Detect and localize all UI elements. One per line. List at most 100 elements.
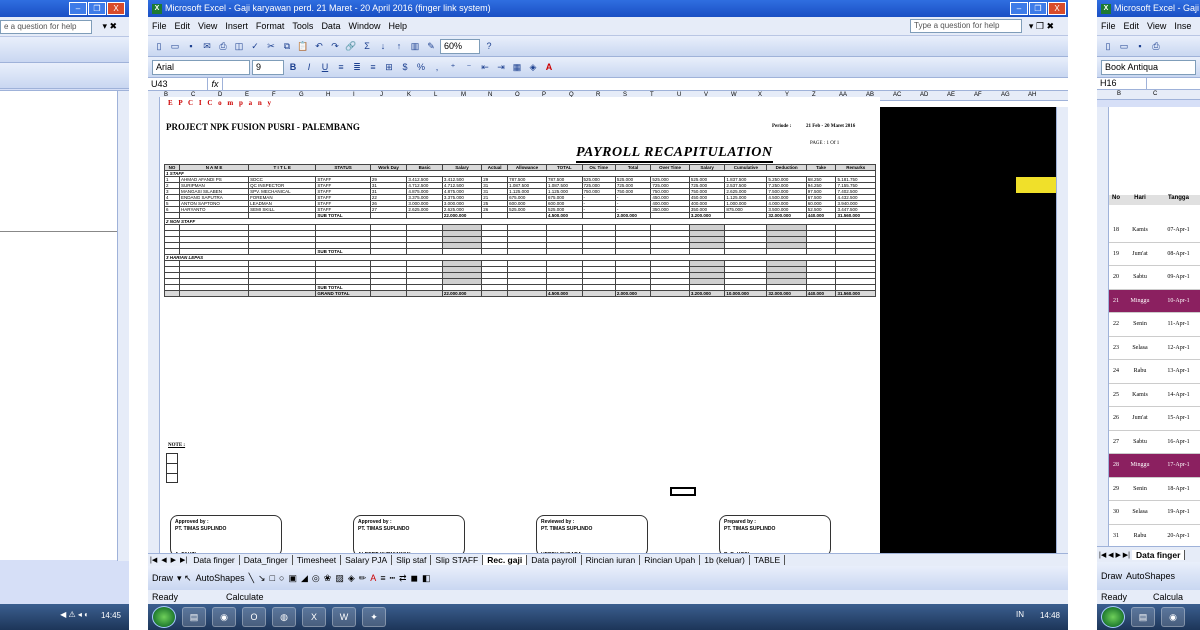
help-icon[interactable]: ? [482, 39, 496, 53]
column-header-ae[interactable]: AE [947, 92, 955, 98]
menu-file[interactable]: File [1101, 21, 1116, 31]
excel-taskbar-icon[interactable]: X [302, 607, 326, 627]
sheet-tab[interactable]: Slip staf [392, 555, 432, 565]
sheet-tab[interactable]: Rec. gaji [483, 555, 528, 565]
menu-view[interactable]: View [198, 21, 217, 31]
picture-icon[interactable]: ▨ [335, 573, 344, 584]
open-icon[interactable]: ▭ [168, 39, 182, 53]
select-objects-icon[interactable]: ▾ ↖ [177, 573, 192, 584]
chrome-taskbar-icon[interactable]: ◍ [272, 607, 296, 627]
cut-icon[interactable]: ✂ [264, 39, 278, 53]
fill-icon[interactable]: ◈ [348, 573, 355, 584]
first-sheet-icon[interactable]: |◀ [150, 556, 157, 564]
font-color-icon[interactable]: A [542, 60, 556, 74]
font-color-icon[interactable]: A [370, 573, 376, 583]
textbox-icon[interactable]: ▣ [288, 573, 297, 584]
black-filled-range[interactable] [880, 107, 1068, 553]
doc-window-controls[interactable]: ▾ ❐ ✖ [1029, 21, 1054, 32]
explorer-taskbar-icon[interactable]: ▤ [182, 607, 206, 627]
sheet-tab[interactable]: Slip STAFF [431, 555, 484, 565]
percent-icon[interactable]: % [414, 60, 428, 74]
tray-language[interactable]: IN [1016, 610, 1024, 619]
chart-icon[interactable]: ▥ [408, 39, 422, 53]
start-button[interactable] [152, 606, 176, 628]
fill-color-icon[interactable]: ◈ [526, 60, 540, 74]
font-name-select[interactable]: Arial [152, 59, 250, 75]
drawing-icon[interactable]: ✎ [424, 39, 438, 53]
align-right-icon[interactable]: ≡ [366, 60, 380, 74]
draw-menu[interactable]: Draw [152, 573, 173, 583]
start-button[interactable] [1101, 606, 1125, 628]
name-box[interactable]: U43 [148, 77, 208, 91]
sheet-tab[interactable]: Data payroll [527, 555, 582, 565]
menu-tools[interactable]: Tools [292, 21, 313, 31]
office-taskbar-icon[interactable]: O [242, 607, 266, 627]
spelling-icon[interactable]: ✓ [248, 39, 262, 53]
sheet-tab[interactable]: TABLE [750, 555, 786, 565]
close-doc-icon[interactable]: ▾ ✖ [102, 21, 117, 32]
autosum-icon[interactable]: Σ [360, 39, 374, 53]
outdent-icon[interactable]: ⇥ [494, 60, 508, 74]
help-search-input[interactable]: e a question for help [0, 20, 92, 34]
yellow-highlight-cell[interactable] [1016, 177, 1056, 193]
hyperlink-icon[interactable]: 🔗 [344, 39, 358, 53]
note-checkboxes[interactable] [166, 453, 178, 483]
arrow-style-icon[interactable]: ⇄ [399, 573, 407, 584]
diagram-icon[interactable]: ◎ [312, 573, 320, 584]
vertical-scrollbar[interactable] [1056, 107, 1068, 553]
sort-desc-icon[interactable]: ↑ [392, 39, 406, 53]
underline-icon[interactable]: U [318, 60, 332, 74]
worksheet[interactable]: E P C I C o m p a n y PROJECT NPK FUSION… [160, 97, 880, 553]
align-left-icon[interactable]: ≡ [334, 60, 348, 74]
save-icon[interactable]: ▪ [1133, 39, 1147, 53]
sheet-tab[interactable]: Data finger [1132, 549, 1186, 560]
oval-icon[interactable]: ○ [279, 573, 284, 583]
prev-sheet-icon[interactable]: ◀ [161, 556, 166, 564]
column-header-ac[interactable]: AC [893, 92, 901, 98]
sheet-tab[interactable]: Data_finger [240, 555, 293, 565]
line-icon[interactable]: ╲ [249, 573, 254, 584]
menu-inse[interactable]: Inse [1174, 21, 1191, 31]
menu-edit[interactable]: Edit [175, 21, 191, 31]
currency-icon[interactable]: $ [398, 60, 412, 74]
vertical-scrollbar[interactable] [117, 91, 129, 561]
menu-help[interactable]: Help [388, 21, 407, 31]
sheet-tab[interactable]: Timesheet [293, 555, 342, 565]
line-style-icon[interactable]: ≡ [380, 573, 385, 583]
fx-icon[interactable]: fx [208, 79, 222, 89]
print-icon[interactable]: ⎙ [1149, 39, 1163, 53]
print-icon[interactable]: ⎙ [216, 39, 230, 53]
autoshapes-menu[interactable]: AutoShapes [196, 573, 245, 583]
sort-asc-icon[interactable]: ↓ [376, 39, 390, 53]
help-search-input[interactable]: Type a question for help [910, 19, 1022, 33]
open-icon[interactable]: ▭ [1117, 39, 1131, 53]
wordart-icon[interactable]: ◢ [301, 573, 308, 584]
menu-data[interactable]: Data [321, 21, 340, 31]
column-header-af[interactable]: AF [974, 92, 982, 98]
column-header-ah[interactable]: AH [1028, 92, 1036, 98]
sheet-tab[interactable]: Data finger [189, 555, 240, 565]
sheet-tab[interactable]: Rincian Upah [640, 555, 701, 565]
arrow-icon[interactable]: ↘ [258, 573, 266, 584]
right-sheet[interactable]: No Hari Tangga 18 Kamis 07-Apr-1 19 Jum'at 08-A… [1097, 107, 1200, 559]
column-header-ag[interactable]: AG [1001, 92, 1010, 98]
preview-icon[interactable]: ◫ [232, 39, 246, 53]
comma-icon[interactable]: , [430, 60, 444, 74]
increase-decimal-icon[interactable]: ⁺ [446, 60, 460, 74]
menu-file[interactable]: File [152, 21, 167, 31]
restore-button[interactable]: ❐ [1029, 2, 1047, 15]
firefox-taskbar-icon[interactable]: ◉ [212, 607, 236, 627]
close-button[interactable]: X [107, 2, 125, 15]
formula-input[interactable] [222, 77, 1068, 91]
undo-icon[interactable]: ↶ [312, 39, 326, 53]
paste-icon[interactable]: 📋 [296, 39, 310, 53]
align-center-icon[interactable]: ≣ [350, 60, 364, 74]
redo-icon[interactable]: ↷ [328, 39, 342, 53]
left-sheet-area[interactable] [0, 90, 129, 561]
column-header-ad[interactable]: AD [920, 92, 928, 98]
line-color-icon[interactable]: ✏ [359, 573, 367, 584]
dash-style-icon[interactable]: ┅ [390, 573, 395, 584]
sheet-tab[interactable]: Salary PJA [341, 555, 393, 565]
app-taskbar-icon[interactable]: ✦ [362, 607, 386, 627]
new-icon[interactable]: ▯ [1101, 39, 1115, 53]
